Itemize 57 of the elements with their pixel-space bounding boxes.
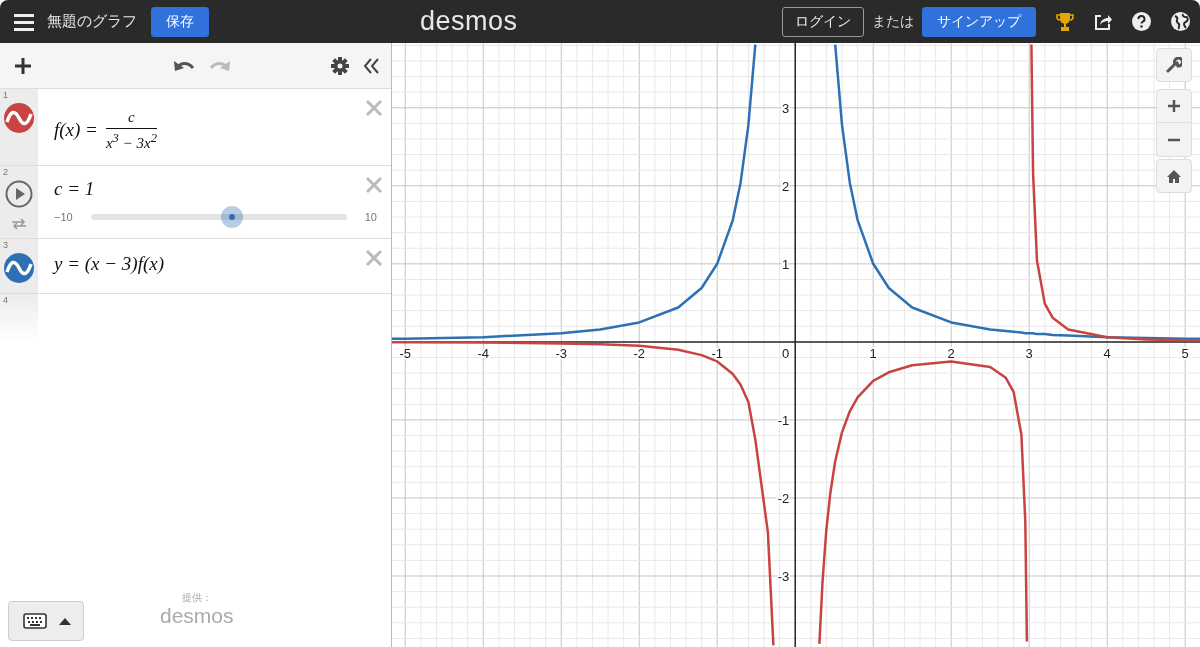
menu-icon[interactable] — [14, 12, 34, 31]
slider-thumb[interactable] — [220, 206, 243, 228]
axis-tick-label: 2 — [947, 345, 955, 361]
save-button[interactable]: 保存 — [151, 6, 209, 37]
slider-min[interactable]: −10 — [54, 211, 73, 223]
slider-max[interactable]: 10 — [364, 211, 377, 223]
or-label: または — [872, 12, 914, 31]
trophy-icon[interactable] — [1056, 11, 1074, 32]
axis-tick-label: 1 — [869, 345, 877, 361]
axis-tick-label: -3 — [777, 569, 790, 584]
keyboard-button[interactable] — [8, 601, 84, 641]
login-button[interactable]: ログイン — [782, 6, 864, 37]
expression-index: 2 — [3, 167, 8, 177]
expression-index: 4 — [3, 295, 8, 305]
play-icon[interactable] — [5, 180, 33, 208]
graph-style-icon[interactable] — [4, 103, 34, 133]
help-icon[interactable] — [1132, 12, 1151, 31]
axis-tick-label: 0 — [782, 345, 790, 361]
axis-tick-label: -2 — [633, 345, 645, 361]
expression-index: 3 — [3, 240, 8, 250]
math-expression[interactable]: y = (x − 3)f(x) — [54, 253, 165, 275]
math-expression[interactable]: c = 1 — [54, 178, 95, 200]
graph-style-icon[interactable] — [4, 253, 34, 283]
wrench-button[interactable] — [1156, 48, 1192, 82]
keyboard-icon — [23, 613, 47, 629]
axis-tick-label: -2 — [777, 490, 790, 506]
axis-tick-label: 2 — [782, 178, 790, 194]
axis-tick-label: 3 — [1025, 345, 1033, 361]
expression-index: 1 — [3, 90, 8, 100]
wrench-icon — [1166, 57, 1182, 73]
powered-by-label: 提供： — [181, 591, 212, 605]
collapse-icon[interactable] — [363, 57, 379, 74]
axis-tick-label: 3 — [782, 100, 790, 116]
share-icon[interactable] — [1094, 12, 1112, 31]
globe-icon[interactable] — [1171, 12, 1190, 31]
axis-tick-label: -4 — [477, 345, 490, 361]
zoom-in-button[interactable] — [1156, 89, 1192, 123]
signup-button[interactable]: サインアップ — [922, 6, 1036, 37]
axis-tick-label: -1 — [711, 345, 723, 361]
math-expression[interactable]: f(x) = — [54, 119, 98, 141]
axis-tick-label: -1 — [777, 412, 790, 428]
axis-tick-label: 4 — [1103, 345, 1111, 361]
home-icon — [1166, 168, 1182, 184]
axis-tick-label: 1 — [782, 256, 790, 272]
fraction-numerator[interactable]: c — [126, 108, 137, 126]
slider-track[interactable] — [90, 206, 347, 228]
axis-tick-label: -3 — [555, 345, 567, 361]
settings-icon[interactable] — [331, 56, 349, 75]
axis-tick-label: -5 — [399, 345, 412, 361]
caret-icon — [59, 617, 71, 625]
home-button[interactable] — [1156, 159, 1192, 193]
logo: desmos — [420, 6, 518, 37]
add-icon[interactable] — [14, 56, 32, 75]
plus-icon — [1167, 99, 1181, 113]
fraction-denominator[interactable]: x$^{3}$ − 3x$^{2}$ — [105, 130, 157, 152]
axis-tick-label: 5 — [1181, 345, 1189, 361]
graph-title[interactable]: 無題のグラフ — [47, 12, 137, 31]
